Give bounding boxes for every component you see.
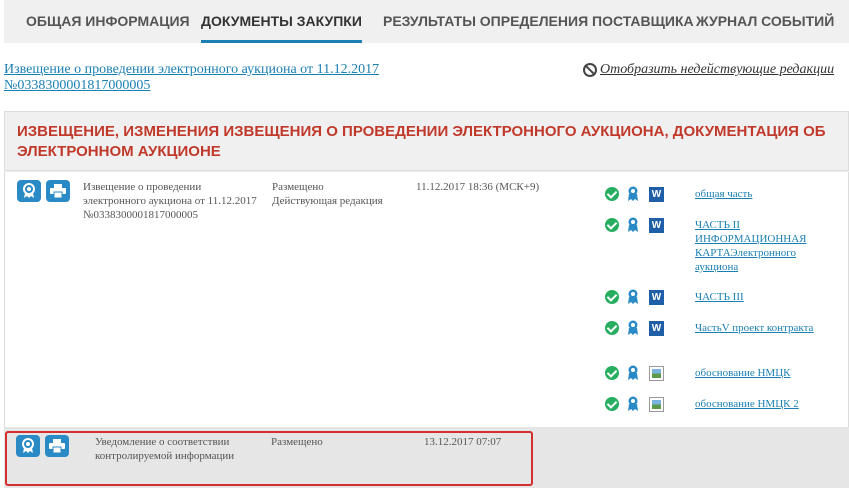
word-icon: W: [649, 290, 664, 305]
tab-supplier-results[interactable]: РЕЗУЛЬТАТЫ ОПРЕДЕЛЕНИЯ ПОСТАВЩИКА: [383, 0, 694, 43]
document-link[interactable]: обоснование НМЦК: [695, 366, 825, 380]
document-link[interactable]: обоснование НМЦК 2: [695, 397, 825, 411]
check-circle-icon: [605, 321, 619, 335]
table-row: Извещение о проведении электронного аукц…: [4, 172, 849, 427]
check-circle-icon: [605, 187, 619, 201]
tab-procurement-documents[interactable]: ДОКУМЕНТЫ ЗАКУПКИ: [201, 0, 362, 43]
printer-icon: [50, 184, 66, 198]
award-icon[interactable]: [627, 320, 639, 336]
row-status: Размещено: [271, 436, 323, 448]
tab-event-log[interactable]: ЖУРНАЛ СОБЫТИЙ: [696, 0, 834, 43]
row-edition: Действующая редакция: [272, 195, 383, 207]
tab-general-info[interactable]: ОБЩАЯ ИНФОРМАЦИЯ: [26, 0, 190, 43]
ban-icon: [583, 63, 597, 77]
printer-icon: [49, 439, 65, 453]
document-link[interactable]: ЧастьV проект контракта: [695, 321, 825, 335]
document-link[interactable]: общая часть: [695, 187, 825, 201]
check-circle-icon: [605, 218, 619, 232]
print-button[interactable]: [45, 435, 69, 457]
document-link[interactable]: ЧАСТЬ II ИНФОРМАЦИОННАЯ КАРТАЭлектронног…: [695, 218, 825, 274]
award-icon[interactable]: [627, 186, 639, 202]
image-file-icon: [649, 397, 664, 412]
check-circle-icon: [605, 290, 619, 304]
award-icon: [22, 438, 34, 453]
show-inactive-editions-toggle[interactable]: Отобразить недействующие редакции: [583, 62, 834, 78]
certificate-button[interactable]: [16, 435, 40, 457]
image-file-icon: [649, 366, 664, 381]
word-icon: W: [649, 218, 664, 233]
document-link[interactable]: ЧАСТЬ III: [695, 290, 825, 304]
section-title: ИЗВЕЩЕНИЕ, ИЗМЕНЕНИЯ ИЗВЕЩЕНИЯ О ПРОВЕДЕ…: [17, 123, 826, 160]
word-icon: W: [649, 321, 664, 336]
row-document-name: Извещение о проведении электронного аукц…: [83, 181, 257, 221]
word-icon: W: [649, 187, 664, 202]
check-circle-icon: [605, 366, 619, 380]
award-icon[interactable]: [627, 396, 639, 412]
award-icon[interactable]: [627, 217, 639, 233]
row-document-name: Уведомление о соответствии контролируемо…: [95, 436, 235, 462]
check-circle-icon: [605, 397, 619, 411]
award-icon[interactable]: [627, 365, 639, 381]
section-header: ИЗВЕЩЕНИЕ, ИЗМЕНЕНИЯ ИЗВЕЩЕНИЯ О ПРОВЕДЕ…: [4, 111, 849, 171]
award-icon: [23, 183, 35, 198]
print-button[interactable]: [46, 180, 70, 202]
row-status: Размещено: [272, 181, 324, 193]
show-inactive-label: Отобразить недействующие редакции: [600, 62, 835, 77]
table-row: Уведомление о соответствии контролируемо…: [4, 427, 849, 488]
row-date: 11.12.2017 18:36 (МСК+9): [416, 181, 540, 193]
tab-bar: ОБЩАЯ ИНФОРМАЦИЯ ДОКУМЕНТЫ ЗАКУПКИ РЕЗУЛ…: [4, 0, 849, 43]
row-date: 13.12.2017 07:07: [424, 436, 502, 448]
certificate-button[interactable]: [17, 180, 41, 202]
notice-link[interactable]: Извещение о проведении электронного аукц…: [4, 62, 424, 94]
award-icon[interactable]: [627, 289, 639, 305]
